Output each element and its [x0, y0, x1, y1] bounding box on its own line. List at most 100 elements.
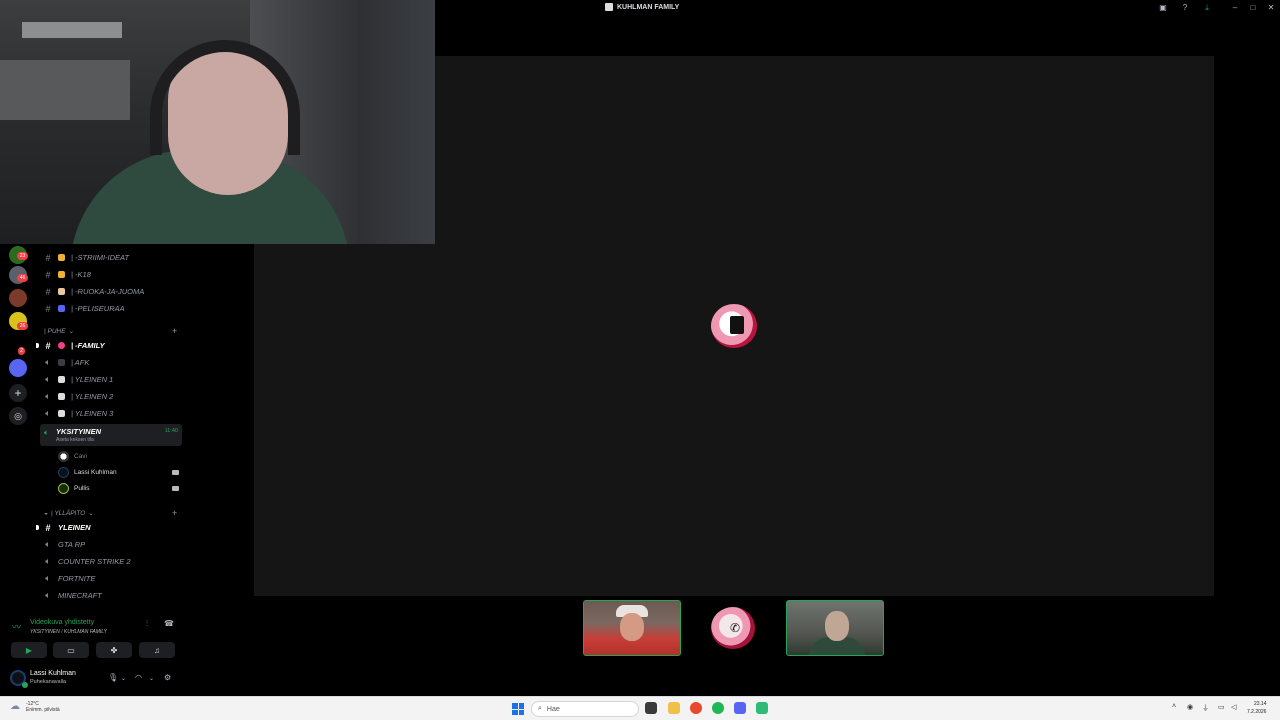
channel-sidebar: # | -STRIIMI-IDEAT # | -K18 # | -RUOKA-J…	[36, 244, 186, 614]
windows-start-icon[interactable]	[512, 703, 524, 715]
channel-label: | -K18	[71, 270, 91, 279]
channel-family[interactable]: # | -FAMILY	[44, 338, 105, 353]
participant-tile-2[interactable]: ✆	[686, 600, 782, 656]
channel-counter-strike-2[interactable]: 🔈︎ COUNTER STRIKE 2	[44, 554, 131, 569]
gear-icon[interactable]: ⚙	[164, 673, 171, 682]
activities-button[interactable]: ✤	[96, 642, 132, 658]
speaker-icon: 🔈︎	[45, 374, 51, 384]
add-server-icon[interactable]: +	[9, 384, 27, 402]
volume-icon[interactable]: ◁	[1231, 703, 1236, 711]
gamepad-icon	[58, 305, 65, 312]
channel-label: | AFK	[71, 358, 90, 367]
close-button[interactable]: ✕	[1266, 3, 1276, 13]
channel-label: YLEINEN	[58, 523, 91, 532]
firefox-icon[interactable]	[690, 702, 702, 714]
weather-desc: Enimm. pilvistä	[26, 707, 60, 713]
task-view-icon[interactable]	[645, 702, 657, 714]
voice-status[interactable]: Videokuva yhdistetty	[30, 619, 94, 626]
voice-channel-name[interactable]: YKSITYINEN / KUHLMAN FAMILY	[30, 629, 107, 635]
windows-taskbar: ☁ -12°C Enimm. pilvistä ⌕ Hae ˄ ◉ ⏚ ▭ ◁ …	[0, 696, 1280, 720]
channel-label: | -FAMILY	[71, 341, 105, 350]
category-puhe[interactable]: | PUHE ⌄	[44, 327, 75, 336]
channel-striimi-ideat[interactable]: # | -STRIIMI-IDEAT	[44, 250, 129, 265]
speaker-icon: 🔈︎	[45, 556, 51, 566]
add-channel-icon[interactable]: +	[172, 508, 177, 518]
headphones-icon[interactable]: ◠	[135, 673, 142, 682]
speaker-icon: 🔈︎	[45, 391, 51, 401]
channel-gta-rp[interactable]: 🔈︎ GTA RP	[44, 537, 85, 552]
user-panel: Lassi Kuhlman Puhekanavalla 🎙︎ ⌄ ◠ ⌄ ⚙	[0, 664, 186, 696]
channel-label: | YLEINEN 2	[71, 392, 114, 401]
discover-icon[interactable]: ◎	[9, 407, 27, 425]
hash-icon: #	[45, 269, 51, 280]
maximize-button[interactable]: □	[1248, 3, 1258, 13]
server-icon[interactable]	[9, 289, 27, 307]
heart-icon	[58, 342, 65, 349]
system-clock[interactable]: 23.14 7.2.2026	[1247, 700, 1266, 716]
help-icon[interactable]: ?	[1180, 3, 1190, 13]
screenshare-button[interactable]: ▭	[53, 642, 89, 658]
chevron-up-icon[interactable]: ˄	[1172, 703, 1176, 710]
voice-connection-panel: 〰 Videokuva yhdistetty YKSITYINEN / KUHL…	[0, 614, 186, 664]
avatar	[58, 450, 69, 462]
channel-afk[interactable]: 🔈︎ | AFK	[44, 355, 89, 370]
app-icon[interactable]	[756, 702, 768, 714]
channel-fortnite[interactable]: 🔈︎ FORTNITE	[44, 571, 95, 586]
disconnect-icon[interactable]: ☎	[164, 619, 174, 628]
channel-yleinen-1[interactable]: 🔈︎ | YLEINEN 1	[44, 372, 113, 387]
channel-peliseuraa[interactable]: # | -PELISEURAA	[44, 301, 125, 316]
voice-user-cavi[interactable]: Cavi	[58, 449, 87, 463]
chevron-down-icon[interactable]: ⌄	[121, 675, 126, 682]
mention-badge: 26	[17, 322, 28, 330]
channel-status-text[interactable]: Aseta keksen tila	[56, 437, 94, 443]
participant-tile-1[interactable]	[583, 600, 681, 656]
channel-label: | -PELISEURAA	[71, 304, 125, 313]
voice-user-pullis[interactable]: Pullis	[58, 481, 179, 495]
inbox-icon[interactable]: ▣	[1158, 3, 1168, 13]
discord-icon[interactable]	[734, 702, 746, 714]
spotify-icon[interactable]	[712, 702, 724, 714]
weather-widget[interactable]: ☁ -12°C Enimm. pilvistä	[10, 701, 60, 713]
chevron-down-icon: ⌄	[68, 328, 75, 335]
server-icon[interactable]	[9, 359, 27, 377]
chevron-down-icon[interactable]: ⌄	[149, 675, 154, 682]
chevron-down-icon: ⌄	[88, 510, 94, 517]
tray-app-icon[interactable]: ◉	[1187, 703, 1193, 711]
add-channel-icon[interactable]: +	[172, 326, 177, 336]
taskbar-search[interactable]: ⌕ Hae	[531, 701, 639, 717]
call-duration: 11:40	[164, 428, 178, 434]
user-name[interactable]: Lassi Kuhlman	[30, 670, 76, 677]
channel-label: | YLEINEN 3	[71, 409, 114, 418]
voice-user-name: Cavi	[74, 452, 88, 460]
participant-face	[620, 613, 644, 641]
file-explorer-icon[interactable]	[668, 702, 680, 714]
hash-icon: #	[45, 303, 51, 314]
channel-yleinen[interactable]: # YLEINEN	[44, 520, 91, 535]
noise-suppression-icon[interactable]: ⫶	[146, 619, 148, 629]
channel-yleinen-3[interactable]: 🔈︎ | YLEINEN 3	[44, 406, 113, 421]
network-icon[interactable]: ▭	[1218, 703, 1225, 711]
video-icon	[172, 485, 179, 491]
channel-label: | -RUOKA-JA-JUOMA	[71, 287, 145, 296]
channel-yksityinen-active[interactable]: 🔈︎ YKSITYINEN Aseta keksen tila 11:40	[40, 424, 182, 446]
soundboard-button[interactable]: ♫	[139, 642, 175, 658]
food-icon	[58, 288, 65, 295]
channel-label: COUNTER STRIKE 2	[58, 557, 131, 566]
speaker-icon: 🔈︎	[45, 573, 51, 583]
microphone-icon[interactable]: 🎙︎	[108, 673, 118, 682]
signal-icon[interactable]: 〰	[12, 620, 21, 633]
usb-icon[interactable]: ⏚	[1202, 703, 1209, 713]
participant-tile-3[interactable]	[786, 600, 884, 656]
voice-user-lassi[interactable]: Lassi Kuhlman	[58, 465, 179, 479]
speaker-icon: 🔈︎	[45, 408, 51, 418]
camera-button[interactable]: ▶	[11, 642, 47, 658]
channel-yleinen-2[interactable]: 🔈︎ | YLEINEN 2	[44, 389, 113, 404]
channel-k18[interactable]: # | -K18	[44, 267, 91, 282]
speaker-icon: 🔈︎	[44, 428, 49, 437]
download-icon[interactable]: ⤓	[1202, 3, 1212, 13]
category-yllapito[interactable]: ◒ | YLLÄPITO ⌄	[44, 509, 94, 518]
channel-minecraft[interactable]: 🔈︎ MINECRAFT	[44, 588, 101, 603]
channel-ruoka-ja-juoma[interactable]: # | -RUOKA-JA-JUOMA	[44, 284, 144, 299]
server-icon	[605, 3, 613, 11]
minimize-button[interactable]: –	[1230, 3, 1240, 13]
